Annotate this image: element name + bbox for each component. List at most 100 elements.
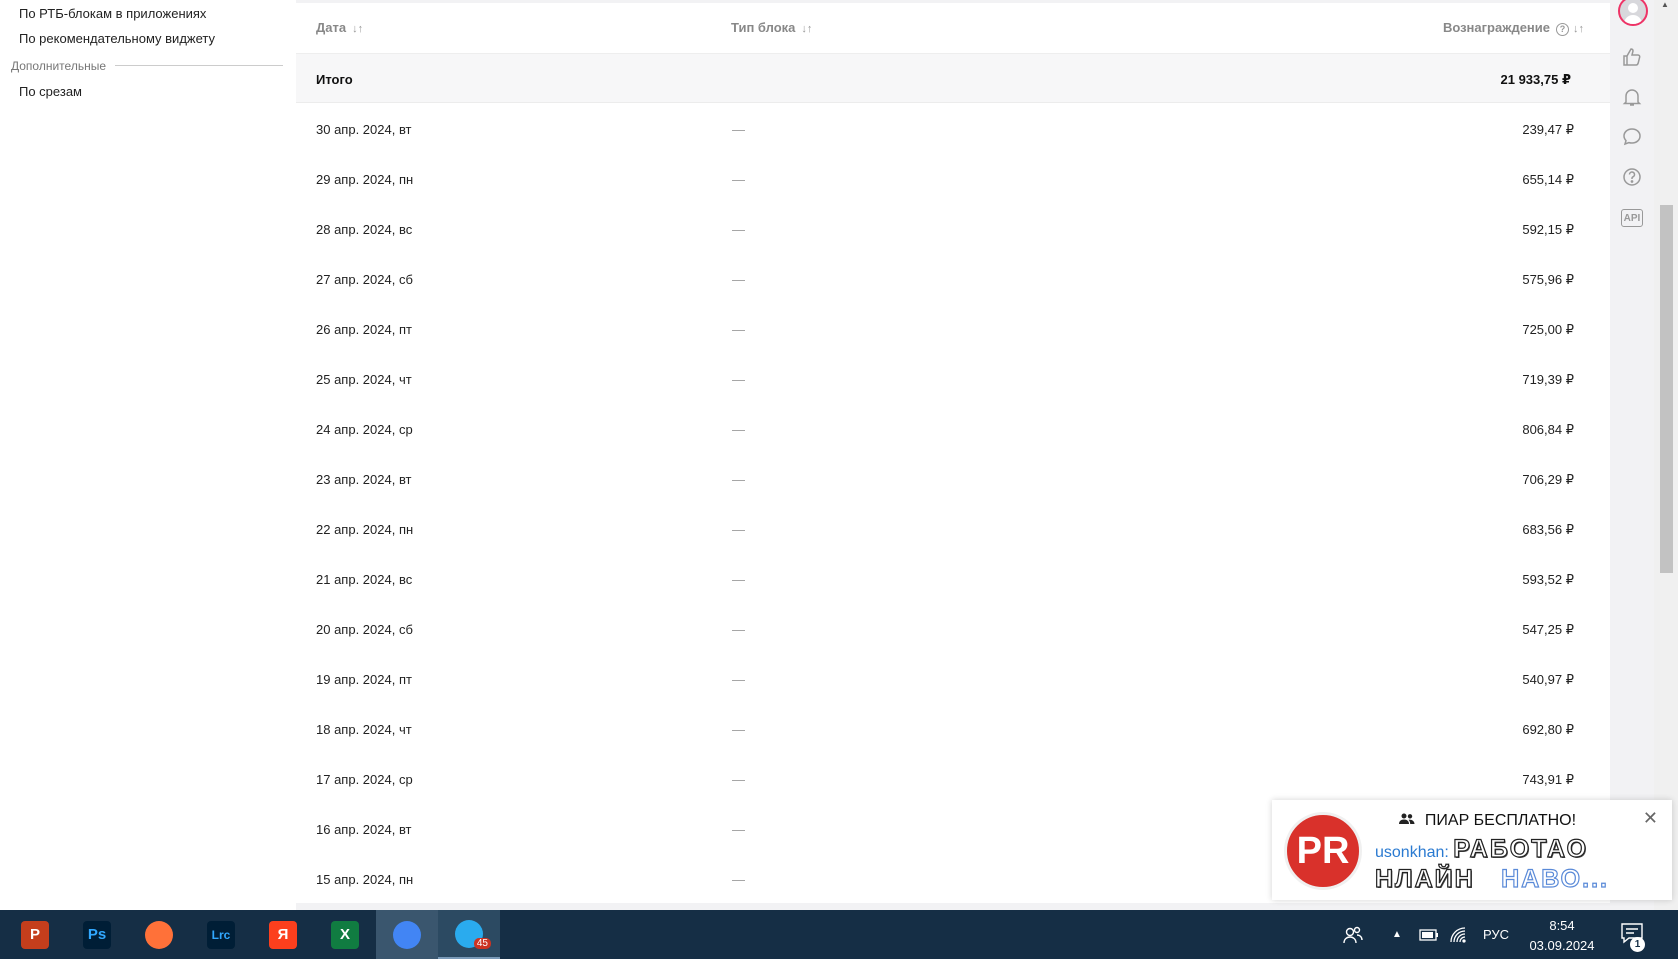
- row-block-type: —: [732, 372, 745, 387]
- row-block-type: —: [732, 672, 745, 687]
- row-reward: 655,14 ₽: [1522, 172, 1574, 187]
- table-row: 22 апр. 2024, пн — 683,56 ₽: [296, 503, 1610, 553]
- close-icon[interactable]: ✕: [1643, 808, 1658, 829]
- report-area: Дата ↓↑ Тип блока ↓↑ Вознаграждение? ↓↑ Ито…: [296, 0, 1610, 910]
- row-reward: 706,29 ₽: [1522, 472, 1574, 487]
- left-sidebar: По РТБ-блокам в приложениях По рекоменда…: [0, 0, 296, 910]
- chevron-up-icon[interactable]: ▲: [1392, 910, 1402, 959]
- taskbar-app-excel[interactable]: X: [314, 910, 376, 959]
- row-reward: 683,56 ₽: [1522, 522, 1574, 537]
- photoshop-icon: Ps: [83, 920, 111, 949]
- help-circle-icon[interactable]: ?: [1556, 23, 1569, 36]
- people-icon: [1399, 812, 1419, 828]
- sidebar-section-divider: [115, 65, 283, 66]
- chat-icon[interactable]: [1621, 126, 1643, 148]
- row-date: 20 апр. 2024, сб: [316, 622, 413, 637]
- row-reward: 743,91 ₽: [1522, 772, 1574, 787]
- thumbs-up-icon[interactable]: [1621, 46, 1643, 68]
- help-icon[interactable]: [1621, 166, 1643, 188]
- clock-time: 8:54: [1549, 918, 1575, 933]
- table-row: 30 апр. 2024, вт — 239,47 ₽: [296, 103, 1610, 153]
- row-block-type: —: [732, 872, 745, 887]
- row-reward: 719,39 ₽: [1522, 372, 1574, 387]
- row-reward: 540,97 ₽: [1522, 672, 1574, 687]
- taskbar-app-photoshop[interactable]: Ps: [66, 910, 128, 959]
- table-header: Дата ↓↑ Тип блока ↓↑ Вознаграждение? ↓↑: [296, 3, 1610, 54]
- row-date: 27 апр. 2024, сб: [316, 272, 413, 287]
- row-date: 18 апр. 2024, чт: [316, 722, 412, 737]
- column-header-reward[interactable]: Вознаграждение? ↓↑: [1443, 20, 1584, 36]
- api-icon[interactable]: API: [1621, 207, 1643, 229]
- row-date: 29 апр. 2024, пн: [316, 172, 414, 187]
- toast-big-text-1: РАБОТАО: [1453, 835, 1589, 863]
- taskbar-app-chrome[interactable]: [376, 910, 438, 959]
- table-row: 17 апр. 2024, ср — 743,91 ₽: [296, 753, 1610, 803]
- taskbar-app-lightroom[interactable]: Lrc: [190, 910, 252, 959]
- table-row: 19 апр. 2024, пт — 540,97 ₽: [296, 653, 1610, 703]
- taskbar-app-telegram[interactable]: 45: [438, 910, 500, 959]
- row-block-type: —: [732, 572, 745, 587]
- clock-date: 03.09.2024: [1529, 938, 1595, 953]
- sort-icon[interactable]: ↓↑: [352, 23, 363, 35]
- column-header-date[interactable]: Дата ↓↑: [316, 20, 363, 35]
- column-header-reward-label: Вознаграждение: [1442, 20, 1550, 35]
- row-block-type: —: [732, 472, 745, 487]
- row-date: 23 апр. 2024, вт: [316, 472, 412, 487]
- toast-title-text: ПИАР БЕСПЛАТНО!: [1424, 812, 1577, 829]
- scroll-up-arrow-icon[interactable]: ▲: [1661, 0, 1669, 9]
- table-row: 20 апр. 2024, сб — 547,25 ₽: [296, 603, 1610, 653]
- api-label: API: [1621, 209, 1643, 227]
- sort-icon[interactable]: ↓↑: [1573, 23, 1584, 35]
- notification-count-badge: 1: [1630, 937, 1645, 952]
- row-date: 16 апр. 2024, вт: [316, 822, 412, 837]
- taskbar-app-firefox[interactable]: [128, 910, 190, 959]
- column-header-block-type[interactable]: Тип блока ↓↑: [731, 20, 812, 35]
- report-table: Дата ↓↑ Тип блока ↓↑ Вознаграждение? ↓↑ Ито…: [296, 3, 1610, 903]
- table-row: 26 апр. 2024, пт — 725,00 ₽: [296, 303, 1610, 353]
- powerpoint-icon: P: [21, 920, 49, 949]
- row-reward: 806,84 ₽: [1522, 422, 1574, 437]
- toast-big-text-2: НЛАЙН: [1374, 865, 1475, 893]
- people-tray-icon[interactable]: [1343, 910, 1363, 959]
- sidebar-section-label: Дополнительные: [11, 59, 114, 73]
- row-block-type: —: [732, 772, 745, 787]
- wifi-icon[interactable]: [1449, 910, 1467, 959]
- yandex-icon: Я: [269, 920, 297, 949]
- avatar[interactable]: [1618, 0, 1648, 26]
- battery-icon[interactable]: [1419, 910, 1439, 959]
- notification-toast[interactable]: PR ПИАР БЕСПЛАТНО! ✕ usonkhan: РАБОТАО Н…: [1272, 800, 1672, 900]
- taskbar-app-powerpoint[interactable]: P: [4, 910, 66, 959]
- bell-icon[interactable]: [1621, 86, 1643, 108]
- sidebar-link-recommendation-widget[interactable]: По рекомендательному виджету: [19, 31, 215, 46]
- row-date: 26 апр. 2024, пт: [316, 322, 412, 337]
- table-row: 24 апр. 2024, ср — 806,84 ₽: [296, 403, 1610, 453]
- column-header-date-label: Дата: [316, 20, 347, 35]
- sidebar-link-rtb-apps[interactable]: По РТБ-блокам в приложениях: [19, 6, 206, 21]
- table-body: 30 апр. 2024, вт — 239,47 ₽ 29 апр. 2024, п…: [296, 103, 1610, 903]
- total-row: Итого 21 933,75 ₽: [296, 54, 1610, 103]
- lightroom-icon: Lrc: [207, 920, 235, 949]
- row-block-type: —: [732, 222, 745, 237]
- row-date: 21 апр. 2024, вс: [316, 572, 413, 587]
- page-scrollbar[interactable]: ▲: [1654, 0, 1678, 910]
- row-date: 25 апр. 2024, чт: [316, 372, 412, 387]
- row-block-type: —: [732, 272, 745, 287]
- system-clock[interactable]: 8:54 03.09.2024: [1525, 916, 1599, 956]
- tool-rail: API: [1610, 0, 1654, 910]
- row-reward: 593,52 ₽: [1522, 572, 1574, 587]
- column-header-block-type-label: Тип блока: [731, 20, 796, 35]
- sort-icon[interactable]: ↓↑: [801, 23, 812, 35]
- row-reward: 547,25 ₽: [1522, 622, 1574, 637]
- table-row: 29 апр. 2024, пн — 655,14 ₽: [296, 153, 1610, 203]
- row-reward: 239,47 ₽: [1522, 122, 1574, 137]
- taskbar-app-yandex[interactable]: Я: [252, 910, 314, 959]
- language-indicator[interactable]: РУС: [1483, 910, 1509, 959]
- scroll-thumb[interactable]: [1660, 205, 1673, 573]
- chrome-icon: [393, 920, 421, 949]
- total-label: Итого: [316, 72, 353, 87]
- row-block-type: —: [732, 422, 745, 437]
- row-block-type: —: [732, 722, 745, 737]
- sidebar-link-slices[interactable]: По срезам: [19, 84, 82, 99]
- table-row: 23 апр. 2024, вт — 706,29 ₽: [296, 453, 1610, 503]
- row-date: 17 апр. 2024, ср: [316, 772, 413, 787]
